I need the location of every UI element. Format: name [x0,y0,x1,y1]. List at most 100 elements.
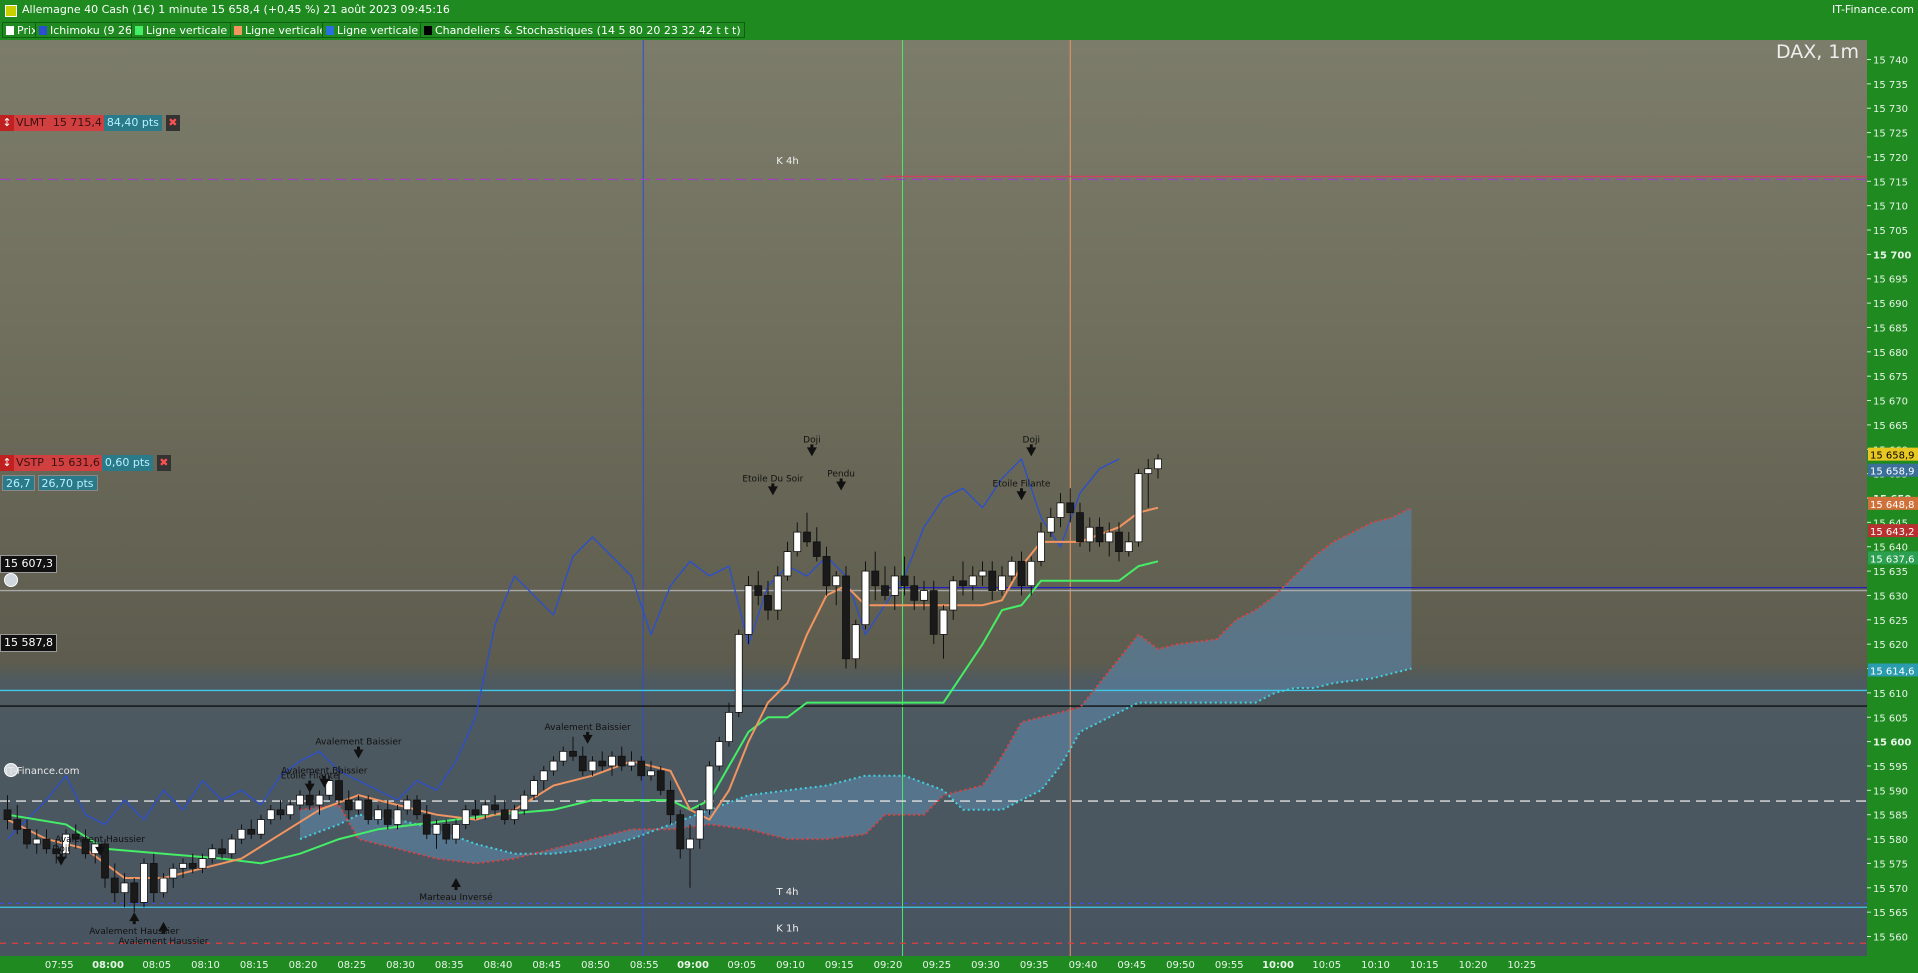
pattern-annotation: Pendu [827,470,855,491]
pattern-annotation: Etoile Du Soir [742,474,804,496]
candle [266,804,275,825]
brand-label[interactable]: IT-Finance.com [1832,0,1914,20]
level-alert-icon[interactable] [4,573,18,587]
bullish-candle-body [179,863,187,869]
bullish-candle-body [169,867,178,879]
bearish-candle-body [422,814,431,835]
bearish-candle-body [1017,560,1026,587]
time-tick-label: 09:55 [1215,960,1244,971]
bearish-candle-body [13,819,22,830]
pattern-label: Avalement Baissier [545,723,632,733]
bullish-candle-body [159,877,168,894]
candle [832,571,841,606]
bullish-candle-body [978,570,987,577]
bearish-candle-body [598,760,607,767]
bullish-candle-body [1124,541,1133,552]
candle [559,746,568,766]
bullish-candle-body [715,741,724,767]
time-tick-label: 08:50 [581,960,610,971]
bullish-candle-body [1046,517,1055,533]
order-move-icon[interactable]: ↕ [0,115,14,131]
candle [734,629,743,718]
candle [296,790,304,810]
bullish-candle-body [559,750,568,762]
candle [1017,551,1026,596]
time-tick-label: 10:20 [1459,960,1488,971]
candle [1076,502,1084,547]
vlmt-close-icon[interactable]: ✖ [165,115,180,131]
bullish-candle-body [403,799,412,811]
bullish-candle-body [510,809,519,820]
vlmt-order-row[interactable]: ↕ VLMT 15 715,4 84,40 pts ✖ [0,115,180,131]
level-label: K 4h [776,156,798,167]
bearish-candle-body [1066,502,1075,514]
window-title: Allemagne 40 Cash (1€) 1 minute 15 658,4… [22,3,450,16]
bullish-candle-body [627,760,636,767]
pattern-label: Pendu [827,470,855,480]
level-label: K 1h [776,924,798,935]
bullish-candle-body [773,575,782,611]
candle [3,795,12,830]
vlmt-order-label: VLMT 15 715,4 [14,115,104,131]
time-axis[interactable]: 07:55 08:00 08:05 08:10 08:15 08:20 08:25 08:30… [0,956,1918,973]
indicator-color-swatch [135,26,143,35]
bullish-candle-body [1056,502,1065,518]
bullish-candle-body [208,848,217,859]
candle [569,736,577,762]
indicator-color-swatch [326,26,334,35]
price-tick-label: 15 710 [1873,202,1908,213]
bullish-candle-body [520,794,529,811]
price-tag-label: 15 658,9 [1870,451,1915,462]
pattern-annotation: Doji [52,845,70,866]
candle [1134,468,1143,547]
candle [344,790,353,820]
bearish-candle-body [881,585,889,596]
order-move-icon[interactable]: ↕ [0,455,14,471]
vstp-close-icon[interactable]: ✖ [156,455,171,471]
candle [208,843,217,864]
bearish-candle-body [491,804,499,811]
candle [1056,493,1065,528]
candle [461,804,470,830]
time-tick-label: 08:45 [532,960,561,971]
level-label-lower[interactable]: 15 587,8 [0,634,57,652]
pattern-annotation: Doji [1023,435,1040,457]
candle [140,858,148,908]
bullish-candle-body [257,819,265,835]
bullish-candle-body [686,838,694,850]
stop-distance-row: 26,7 26,70 pts [2,475,98,491]
bullish-candle-body [920,590,928,601]
time-tick-label: 10:05 [1312,960,1341,971]
bullish-candle-body [393,809,402,825]
candle [218,839,226,859]
time-axis-svg: 07:55 08:00 08:05 08:10 08:15 08:20 08:25 08:30… [45,960,1536,971]
trading-window: Allemagne 40 Cash (1€) 1 minute 15 658,4… [0,0,1918,973]
time-tick-label: 09:50 [1166,960,1195,971]
candle [23,819,31,849]
candle [812,527,821,562]
candle [1144,459,1153,508]
vstp-price: 15 631,6 [50,456,100,469]
candle [500,800,509,825]
candle [286,800,295,820]
bullish-candle-body [1027,560,1036,587]
plot-svg[interactable]: Doji Etoile Du Soir Pendu Doji Etoile Filant… [0,40,1867,956]
indicator-candlestick-patterns[interactable]: Chandeliers & Stochastiques (14 5 80 20 … [420,22,745,38]
pattern-annotation: Avalement Haussier [89,912,180,937]
pattern-label: Etoile Filante [993,479,1051,489]
vstp-order-row[interactable]: ↕ VSTP 15 631,6 0,60 pts ✖ [0,455,171,471]
time-tick-label: 08:00 [92,960,124,971]
price-tick-label: 15 685 [1873,323,1908,334]
bullish-candle-body [1037,531,1045,562]
candle [978,561,987,586]
bearish-candle-body [23,828,31,845]
time-tick-label: 08:10 [191,960,220,971]
bearish-candle-body [754,585,763,596]
price-axis[interactable]: 15 560 15 565 15 570 15 575 15 580 15 585 15 5… [1867,40,1918,956]
bullish-candle-body [1154,458,1162,470]
candle [939,605,948,659]
price-chart-area[interactable]: Doji Etoile Du Soir Pendu Doji Etoile Filant… [0,40,1867,956]
price-tick-label: 15 605 [1873,713,1908,724]
price-tick-label: 15 620 [1873,640,1908,651]
level-label-upper[interactable]: 15 607,3 [0,555,57,573]
